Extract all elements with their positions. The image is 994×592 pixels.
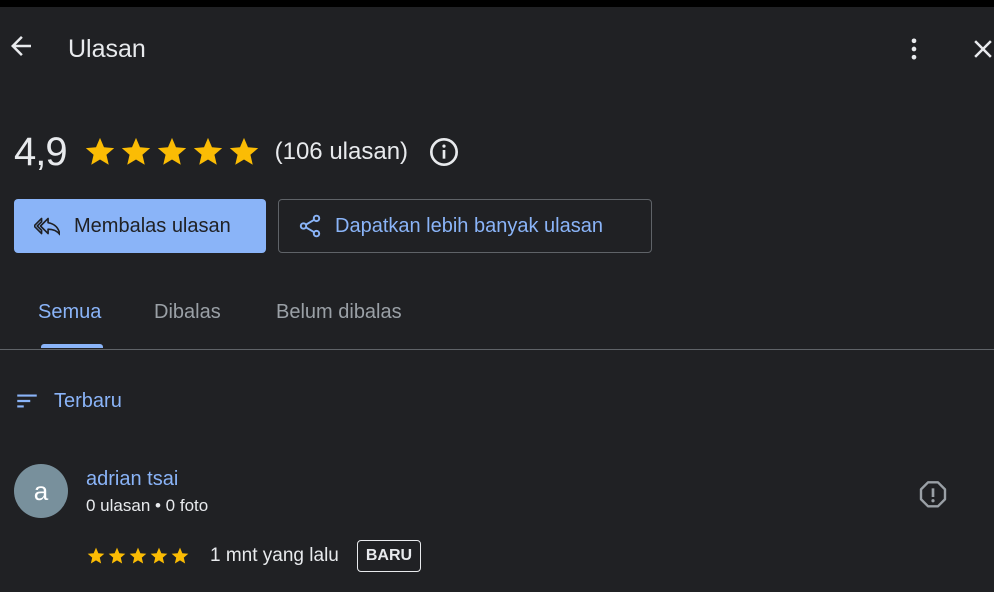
star-icon: [171, 547, 189, 564]
reply-reviews-button[interactable]: Membalas ulasan: [14, 199, 266, 253]
sort-icon: [17, 394, 37, 408]
window-top-edge: [0, 0, 994, 7]
star-icon: [129, 547, 147, 564]
more-options-button[interactable]: [900, 32, 928, 66]
active-tab-indicator: [41, 344, 103, 348]
tab-dibalas[interactable]: Dibalas: [154, 301, 221, 324]
more-vert-icon: [911, 38, 917, 60]
get-more-reviews-button[interactable]: Dapatkan lebih banyak ulasan: [278, 199, 652, 253]
reply-all-icon: [34, 217, 60, 236]
star-icon: [87, 547, 105, 564]
header: Ulasan: [0, 7, 994, 91]
average-rating: 4,9: [14, 129, 68, 174]
reply-reviews-label: Membalas ulasan: [74, 214, 231, 237]
arrow-back-icon: [11, 36, 31, 56]
page-title: Ulasan: [68, 35, 146, 63]
review-tabs: Semua Dibalas Belum dibalas: [0, 286, 994, 350]
get-more-reviews-label: Dapatkan lebih banyak ulasan: [335, 214, 603, 237]
tab-belum-dibalas[interactable]: Belum dibalas: [276, 301, 402, 324]
close-icon: [974, 40, 992, 58]
star-icon: [108, 547, 126, 564]
review-count: (106 ulasan): [274, 138, 409, 165]
avatar[interactable]: a: [14, 464, 68, 518]
back-button[interactable]: [4, 29, 38, 63]
report-review-button[interactable]: [916, 478, 950, 512]
sort-label: Terbaru: [54, 389, 122, 412]
report-icon: [919, 481, 947, 508]
reviewer-meta: 0 ulasan • 0 foto: [86, 496, 209, 515]
review-time: 1 mnt yang lalu: [210, 545, 339, 566]
info-icon: [430, 138, 459, 166]
rating-stars: [83, 135, 261, 169]
new-badge: BARU: [356, 540, 422, 572]
review-rating-line: 1 mnt yang lalu BARU: [86, 538, 422, 574]
star-icon: [85, 137, 114, 165]
sort-button[interactable]: Terbaru: [14, 386, 122, 416]
star-icon: [193, 137, 222, 165]
share-icon: [299, 214, 321, 238]
reviewer-name[interactable]: adrian tsai: [86, 468, 178, 491]
star-icon: [150, 547, 168, 564]
tab-semua[interactable]: Semua: [38, 301, 101, 324]
star-icon: [229, 137, 258, 165]
star-icon: [121, 137, 150, 165]
review-stars: [86, 546, 190, 566]
info-button[interactable]: [428, 136, 460, 168]
rating-summary: 4,9 (106 ulasan): [14, 128, 460, 176]
star-icon: [157, 137, 186, 165]
close-button[interactable]: [966, 32, 994, 66]
